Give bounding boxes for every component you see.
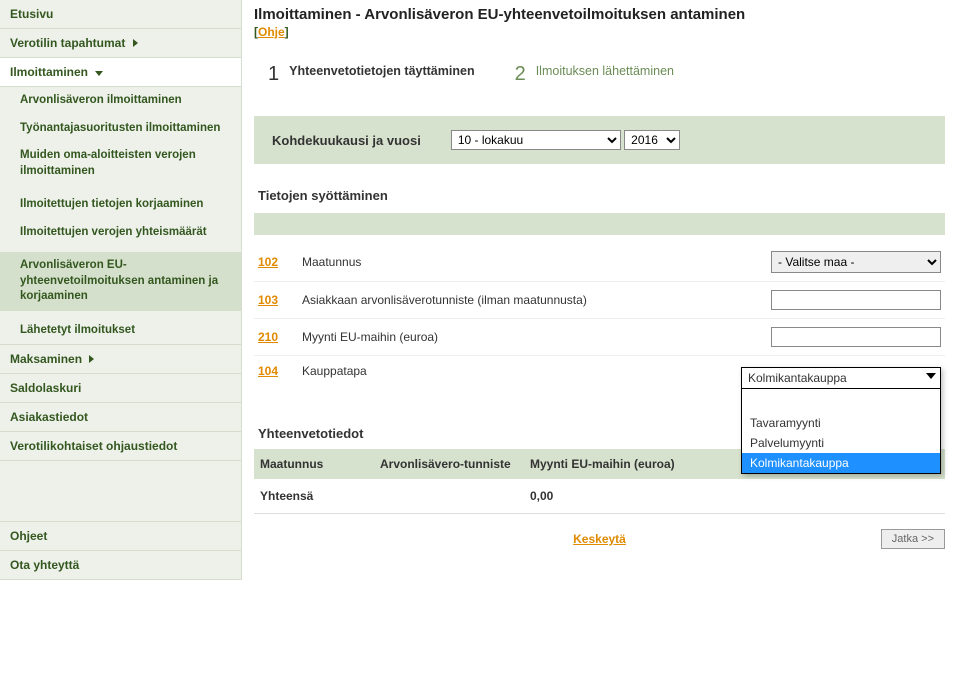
sidebar-item-etusivu[interactable]: Etusivu bbox=[0, 0, 241, 29]
step-label: Ilmoituksen lähettäminen bbox=[536, 63, 674, 79]
summary-col-vat: Arvonlisävero-tunniste bbox=[380, 457, 530, 471]
month-select[interactable]: 10 - lokakuu bbox=[451, 130, 621, 150]
main-content: Ilmoittaminen - Arvonlisäveron EU-yhteen… bbox=[242, 0, 955, 580]
step-2: 2 Ilmoituksen lähettäminen bbox=[515, 63, 674, 86]
footer-actions: Keskeytä Jatka >> bbox=[254, 532, 945, 546]
sidebar-item-label: Verotilikohtaiset ohjaustiedot bbox=[10, 439, 177, 453]
dropdown-option-kolmikantakauppa[interactable]: Kolmikantakauppa bbox=[742, 453, 940, 473]
summary-total-row: Yhteensä 0,00 bbox=[254, 479, 945, 514]
vat-id-input[interactable] bbox=[771, 290, 941, 310]
cancel-link[interactable]: Keskeytä bbox=[573, 532, 626, 546]
chevron-down-icon bbox=[91, 65, 103, 79]
sidebar-item-label: Verotilin tapahtumat bbox=[10, 36, 125, 50]
sidebar-item-maksaminen[interactable]: Maksaminen bbox=[0, 344, 241, 374]
sidebar-item-label: Maksaminen bbox=[10, 352, 82, 366]
sidebar-item-label: Ilmoittaminen bbox=[10, 65, 88, 79]
field-label: Myynti EU-maihin (euroa) bbox=[302, 330, 771, 344]
field-row-103: 103 Asiakkaan arvonlisäverotunniste (ilm… bbox=[254, 282, 945, 319]
sidebar-sub-eu-yhteenveto[interactable]: Arvonlisäveron EU-yhteenvetoilmoituksen … bbox=[0, 252, 241, 311]
dropdown-option-palvelumyynti[interactable]: Palvelumyynti bbox=[742, 433, 940, 453]
sidebar-item-label: Etusivu bbox=[10, 7, 53, 21]
step-label: Yhteenvetotietojen täyttäminen bbox=[289, 63, 474, 79]
sidebar-item-verotilikoht[interactable]: Verotilikohtaiset ohjaustiedot bbox=[0, 432, 241, 461]
sidebar-sub-arvonlisa[interactable]: Arvonlisäveron ilmoittaminen bbox=[0, 87, 241, 115]
sidebar: Etusivu Verotilin tapahtumat Ilmoittamin… bbox=[0, 0, 242, 580]
sidebar-item-ilmoittaminen[interactable]: Ilmoittaminen bbox=[0, 58, 241, 87]
field-label: Kauppatapa bbox=[302, 364, 771, 378]
period-label: Kohdekuukausi ja vuosi bbox=[272, 133, 421, 148]
field-code-link[interactable]: 102 bbox=[258, 255, 302, 269]
step-1: 1 Yhteenvetotietojen täyttäminen bbox=[268, 63, 475, 86]
continue-button[interactable]: Jatka >> bbox=[881, 529, 945, 549]
sidebar-item-verotilin[interactable]: Verotilin tapahtumat bbox=[0, 29, 241, 58]
dropdown-option-tavaramyynti[interactable]: Tavaramyynti bbox=[742, 413, 940, 433]
chevron-right-icon bbox=[129, 36, 138, 50]
field-code-link[interactable]: 103 bbox=[258, 293, 302, 307]
country-select[interactable]: - Valitse maa - bbox=[771, 251, 941, 273]
field-row-104: 104 Kauppatapa Kolmikantakauppa Tavaramy… bbox=[254, 356, 945, 386]
sidebar-sub-muiden[interactable]: Muiden oma-aloitteisten verojen ilmoitta… bbox=[0, 142, 241, 185]
field-code-link[interactable]: 210 bbox=[258, 330, 302, 344]
field-row-102: 102 Maatunnus - Valitse maa - bbox=[254, 243, 945, 282]
field-label: Maatunnus bbox=[302, 255, 771, 269]
sidebar-sub-tyonantaja[interactable]: Työnantajasuoritusten ilmoittaminen bbox=[0, 115, 241, 143]
chevron-right-icon bbox=[85, 352, 94, 366]
sidebar-item-saldolaskuri[interactable]: Saldolaskuri bbox=[0, 374, 241, 403]
summary-total-value: 0,00 bbox=[530, 489, 779, 503]
sidebar-item-ohjeet[interactable]: Ohjeet bbox=[0, 521, 241, 551]
section-band bbox=[254, 213, 945, 235]
eu-sales-input[interactable] bbox=[771, 327, 941, 347]
sidebar-item-label: Ota yhteyttä bbox=[10, 558, 79, 572]
dropdown-selected[interactable]: Kolmikantakauppa bbox=[741, 367, 941, 389]
summary-col-maatunnus: Maatunnus bbox=[260, 457, 380, 471]
trade-type-dropdown-open[interactable]: Kolmikantakauppa Tavaramyynti Palvelumyy… bbox=[741, 367, 941, 474]
page-title: Ilmoittaminen - Arvonlisäveron EU-yhteen… bbox=[254, 6, 945, 23]
wizard-steps: 1 Yhteenvetotietojen täyttäminen 2 Ilmoi… bbox=[268, 63, 945, 86]
period-panel: Kohdekuukausi ja vuosi 10 - lokakuu 2016 bbox=[254, 116, 945, 164]
sidebar-item-label: Saldolaskuri bbox=[10, 381, 81, 395]
field-label: Asiakkaan arvonlisäverotunniste (ilman m… bbox=[302, 293, 771, 307]
help-link[interactable]: Ohje bbox=[258, 25, 285, 39]
summary-total-label: Yhteensä bbox=[260, 489, 380, 503]
sidebar-item-label: Asiakastiedot bbox=[10, 410, 88, 424]
entry-section-title: Tietojen syöttäminen bbox=[258, 188, 945, 203]
sidebar-item-label: Ohjeet bbox=[10, 529, 47, 543]
year-select[interactable]: 2016 bbox=[624, 130, 680, 150]
sidebar-sub-lahetetyt[interactable]: Lähetetyt ilmoitukset bbox=[0, 317, 241, 345]
help-wrap: [Ohje] bbox=[254, 25, 945, 39]
dropdown-blank-option[interactable] bbox=[742, 395, 940, 413]
step-number: 1 bbox=[268, 63, 279, 86]
step-number: 2 bbox=[515, 63, 526, 86]
field-row-210: 210 Myynti EU-maihin (euroa) bbox=[254, 319, 945, 356]
sidebar-item-ota-yhteytta[interactable]: Ota yhteyttä bbox=[0, 551, 241, 580]
field-code-link[interactable]: 104 bbox=[258, 364, 302, 378]
sidebar-item-asiakastiedot[interactable]: Asiakastiedot bbox=[0, 403, 241, 432]
sidebar-sub-yhteismaarat[interactable]: Ilmoitettujen verojen yhteismäärät bbox=[0, 219, 241, 247]
sidebar-sub-korjaaminen[interactable]: Ilmoitettujen tietojen korjaaminen bbox=[0, 191, 241, 219]
